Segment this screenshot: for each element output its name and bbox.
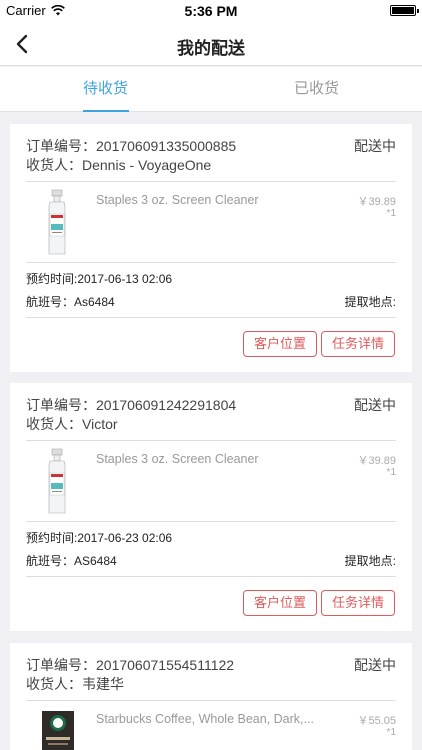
- receiver-value: Dennis - VoyageOne: [82, 157, 212, 173]
- order-number: 订单编号：201706091242291804: [26, 395, 236, 415]
- tab-received[interactable]: 已收货: [211, 67, 422, 112]
- divider: [26, 317, 396, 318]
- product-name: Staples 3 oz. Screen Cleaner: [96, 193, 259, 207]
- appointment-time: 预约时间:2017-06-13 02:06: [26, 272, 173, 286]
- status-badge: 配送中: [354, 657, 396, 673]
- pickup-location: 提取地点:: [344, 554, 396, 568]
- status-badge: 配送中: [354, 397, 396, 413]
- divider: [26, 576, 396, 577]
- receiver: 收货人：韦建华: [26, 674, 124, 694]
- divider: [26, 262, 396, 263]
- receiver-value: Victor: [82, 416, 118, 432]
- customer-location-button[interactable]: 客户位置: [243, 331, 317, 357]
- active-tab-indicator: [83, 110, 129, 112]
- flight-number: 航班号：AS6484: [26, 554, 117, 568]
- task-detail-button[interactable]: 任务详情: [321, 331, 395, 357]
- order-card: 订单编号：201706091242291804 收货人：Victor 配送中 S…: [10, 383, 412, 631]
- product-price: ￥55.05: [357, 715, 396, 727]
- customer-location-button[interactable]: 客户位置: [243, 590, 317, 616]
- card-actions: 客户位置 任务详情: [10, 590, 412, 616]
- order-number: 订单编号：201706091335000885: [26, 136, 236, 156]
- tab-bar: 待收货 已收货: [0, 67, 422, 112]
- status-bar: Carrier 5:36 PM: [0, 0, 422, 22]
- order-number-label: 订单编号：: [26, 138, 96, 154]
- receiver-label: 收货人：: [26, 676, 82, 692]
- product-price: ￥39.89: [357, 455, 396, 467]
- receiver-label: 收货人：: [26, 157, 82, 173]
- receiver: 收货人：Victor: [26, 414, 118, 434]
- divider: [26, 181, 396, 182]
- product-quantity: *1: [386, 208, 396, 219]
- order-card: 订单编号：201706091335000885 收货人：Dennis - Voy…: [10, 124, 412, 372]
- appointment-time: 预约时间:2017-06-23 02:06: [26, 531, 173, 545]
- divider: [26, 440, 396, 441]
- order-number-label: 订单编号：: [26, 397, 96, 413]
- divider: [26, 521, 396, 522]
- tab-pending[interactable]: 待收货: [0, 67, 211, 112]
- receiver: 收货人：Dennis - VoyageOne: [26, 155, 211, 175]
- receiver-label: 收货人：: [26, 416, 82, 432]
- task-detail-button[interactable]: 任务详情: [321, 590, 395, 616]
- product-price: ￥39.89: [357, 196, 396, 208]
- card-actions: 客户位置 任务详情: [10, 331, 412, 357]
- divider: [26, 700, 396, 701]
- order-card: 订单编号：201706071554511122 收货人：韦建华 配送中 Star…: [10, 643, 412, 750]
- order-number-value: 201706091335000885: [96, 138, 237, 154]
- product-name: Starbucks Coffee, Whole Bean, Dark,...: [96, 712, 314, 726]
- pickup-location: 提取地点:: [344, 295, 396, 309]
- flight-number: 航班号：As6484: [26, 295, 115, 309]
- spray-bottle-image: [48, 448, 66, 514]
- page-title: 我的配送: [177, 39, 245, 58]
- battery-icon: [390, 5, 419, 16]
- product-name: Staples 3 oz. Screen Cleaner: [96, 452, 259, 466]
- coffee-bag-image: [42, 711, 74, 750]
- product-quantity: *1: [386, 727, 396, 738]
- order-number-value: 201706091242291804: [96, 397, 237, 413]
- clock: 5:36 PM: [184, 3, 238, 19]
- spray-bottle-image: [48, 189, 66, 255]
- navigation-bar: 我的配送: [0, 22, 422, 66]
- order-number: 订单编号：201706071554511122: [26, 655, 234, 675]
- product-quantity: *1: [386, 467, 396, 478]
- order-number-value: 201706071554511122: [96, 657, 235, 673]
- receiver-value: 韦建华: [82, 676, 124, 692]
- status-badge: 配送中: [354, 138, 396, 154]
- order-number-label: 订单编号：: [26, 657, 96, 673]
